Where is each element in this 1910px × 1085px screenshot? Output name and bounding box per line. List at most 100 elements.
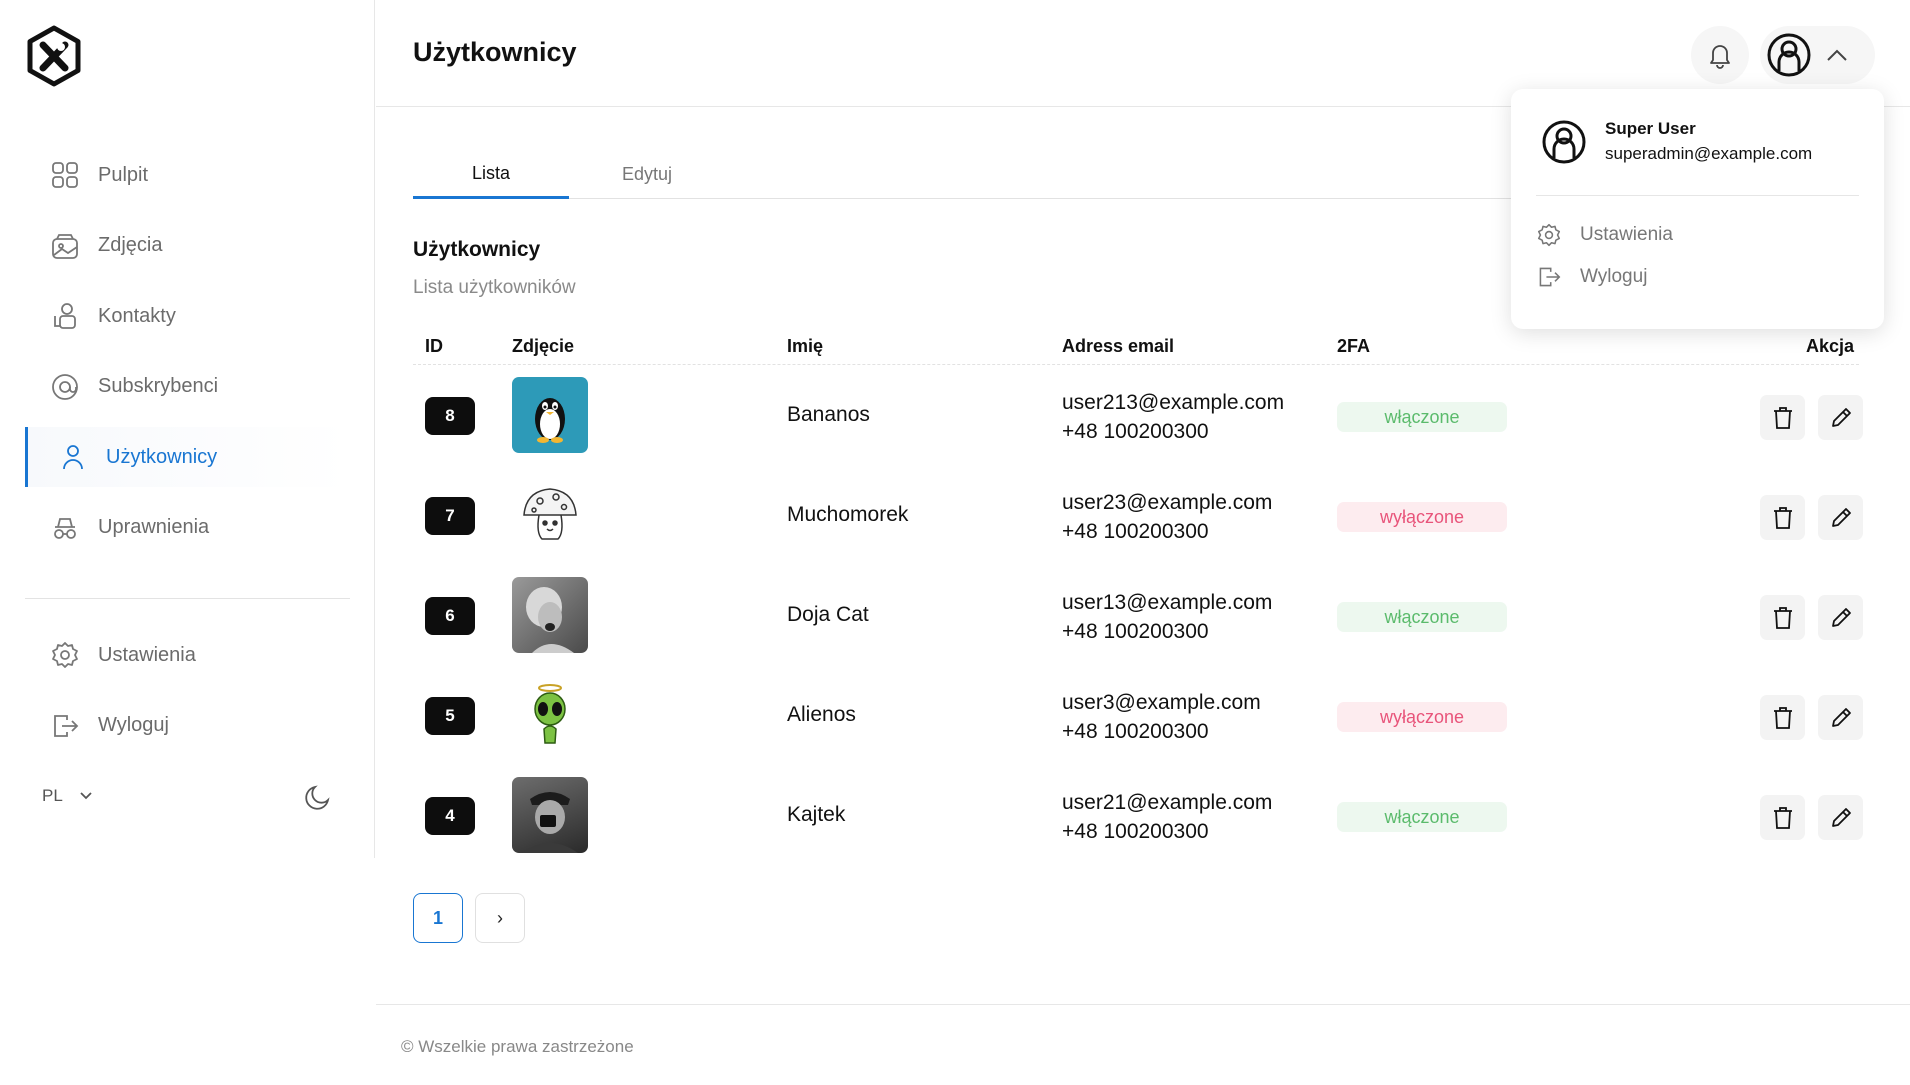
status-badge: włączone [1337, 802, 1507, 832]
app-logo[interactable] [26, 25, 82, 87]
trash-icon [1773, 406, 1792, 429]
language-value: PL [42, 786, 63, 805]
sidebar-item-label: Ustawienia [98, 643, 196, 666]
status-badge: wyłączone [1337, 502, 1507, 532]
table-row: 5 Alienos user3@example.com +48 10020030… [413, 665, 1863, 765]
pencil-icon [1831, 407, 1851, 427]
delete-button[interactable] [1760, 695, 1805, 740]
user-photo [512, 577, 588, 653]
sidebar-item-zdjecia[interactable]: Zdjęcia [25, 216, 350, 276]
delete-button[interactable] [1760, 595, 1805, 640]
grid-icon [49, 159, 81, 191]
table-row: 8 Bananos user213@example.com +48 100200… [413, 365, 1863, 465]
column-header-action: Akcja [1806, 336, 1855, 356]
portrait-image [526, 587, 574, 653]
user-email: user23@example.com [1062, 491, 1273, 514]
user-menu-divider [1536, 195, 1859, 196]
user-email: user21@example.com [1062, 791, 1273, 814]
table-row: 7 Muchomorek user23@example.com +48 1002… [413, 465, 1863, 565]
sidebar-nav: Pulpit Zdjęcia Kontakty Subskrybenci Uży… [25, 145, 350, 568]
pencil-icon [1831, 607, 1851, 627]
column-header-id: ID [425, 336, 443, 356]
moon-icon[interactable] [303, 782, 333, 812]
gear-icon [49, 639, 81, 671]
delete-button[interactable] [1760, 795, 1805, 840]
tab-lista[interactable]: Lista [413, 150, 569, 199]
user-name: Alienos [787, 703, 856, 726]
contacts-icon [49, 300, 81, 332]
user-email: user13@example.com [1062, 591, 1273, 614]
edit-button[interactable] [1818, 495, 1863, 540]
trash-icon [1773, 806, 1792, 829]
user-photo [512, 677, 588, 753]
user-name: Bananos [787, 403, 870, 426]
sidebar-item-kontakty[interactable]: Kontakty [25, 286, 350, 346]
column-header-photo: Zdjęcie [512, 336, 575, 356]
gallery-icon [49, 230, 81, 262]
user-photo [512, 477, 588, 553]
at-icon [49, 371, 81, 403]
user-menu-name: Super User [1605, 119, 1696, 138]
edit-button[interactable] [1818, 695, 1863, 740]
status-badge: włączone [1337, 402, 1507, 432]
user-menu-logout[interactable]: Wyloguj [1536, 264, 1647, 290]
edit-button[interactable] [1818, 595, 1863, 640]
id-badge: 7 [425, 497, 475, 535]
edit-button[interactable] [1818, 795, 1863, 840]
table-row: 6 Doja Cat user13@example.com +48 100200… [413, 565, 1863, 665]
sidebar-item-label: Wyloguj [98, 714, 169, 736]
id-badge: 8 [425, 397, 475, 435]
user-menu-settings[interactable]: Ustawienia [1536, 222, 1673, 248]
notifications-button[interactable] [1691, 26, 1749, 84]
id-badge: 5 [425, 697, 475, 735]
bell-icon [1710, 45, 1730, 69]
user-icon [57, 441, 89, 473]
table-header: ID Zdjęcie Imię Adress email 2FA Akcja [413, 330, 1859, 365]
sidebar-item-wyloguj[interactable]: Wyloguj [25, 696, 350, 756]
chevron-up-icon [1827, 49, 1847, 61]
column-header-email: Adress email [1062, 336, 1175, 356]
pencil-icon [1831, 507, 1851, 527]
user-phone: +48 100200300 [1062, 520, 1209, 543]
chevron-down-icon [80, 792, 92, 800]
logout-icon [1536, 264, 1562, 290]
status-badge: włączone [1337, 602, 1507, 632]
user-email: user213@example.com [1062, 391, 1285, 414]
delete-button[interactable] [1760, 395, 1805, 440]
user-contact: user3@example.com +48 100200300 [1062, 688, 1261, 746]
tab-edytuj[interactable]: Edytuj [569, 150, 725, 199]
page-button-current[interactable]: 1 [413, 893, 463, 943]
user-contact: user213@example.com +48 100200300 [1062, 388, 1284, 446]
status-badge: wyłączone [1337, 702, 1507, 732]
next-page-button[interactable]: › [475, 893, 525, 943]
user-contact: user13@example.com +48 100200300 [1062, 588, 1272, 646]
user-contact: user21@example.com +48 100200300 [1062, 788, 1272, 846]
sidebar-item-label: Uprawnienia [98, 516, 210, 538]
user-phone: +48 100200300 [1062, 720, 1209, 743]
user-phone: +48 100200300 [1062, 420, 1209, 443]
delete-button[interactable] [1760, 495, 1805, 540]
mushroom-image [523, 488, 577, 540]
language-select[interactable]: PL [42, 786, 93, 806]
user-name: Doja Cat [787, 603, 869, 626]
pencil-icon [1831, 807, 1851, 827]
column-header-name: Imię [787, 336, 824, 356]
sidebar-item-ustawienia[interactable]: Ustawienia [25, 625, 350, 685]
view-tabs: Lista Edytuj [413, 150, 1513, 199]
pencil-icon [1831, 707, 1851, 727]
sidebar-item-uzytkownicy[interactable]: Użytkownicy [25, 427, 350, 487]
footer: © Wszelkie prawa zastrzeżone [376, 1004, 1910, 1085]
sidebar-item-subskrybenci[interactable]: Subskrybenci [25, 357, 350, 417]
user-email: user3@example.com [1062, 691, 1261, 714]
sidebar-item-uprawnienia[interactable]: Uprawnienia [25, 498, 350, 558]
avatar-icon [1542, 120, 1586, 164]
table-row: 4 Kajtek user21@example.com +48 10020030… [413, 765, 1863, 865]
sidebar-item-pulpit[interactable]: Pulpit [25, 145, 350, 205]
sidebar-bottom-nav: Ustawienia Wyloguj [25, 625, 350, 766]
user-menu-email: superadmin@example.com [1605, 144, 1813, 163]
edit-button[interactable] [1818, 395, 1863, 440]
incognito-icon [49, 512, 81, 544]
sidebar-item-label: Zdjęcia [98, 234, 163, 256]
user-menu-item-label: Ustawienia [1580, 224, 1673, 245]
user-menu-button[interactable] [1760, 26, 1875, 84]
